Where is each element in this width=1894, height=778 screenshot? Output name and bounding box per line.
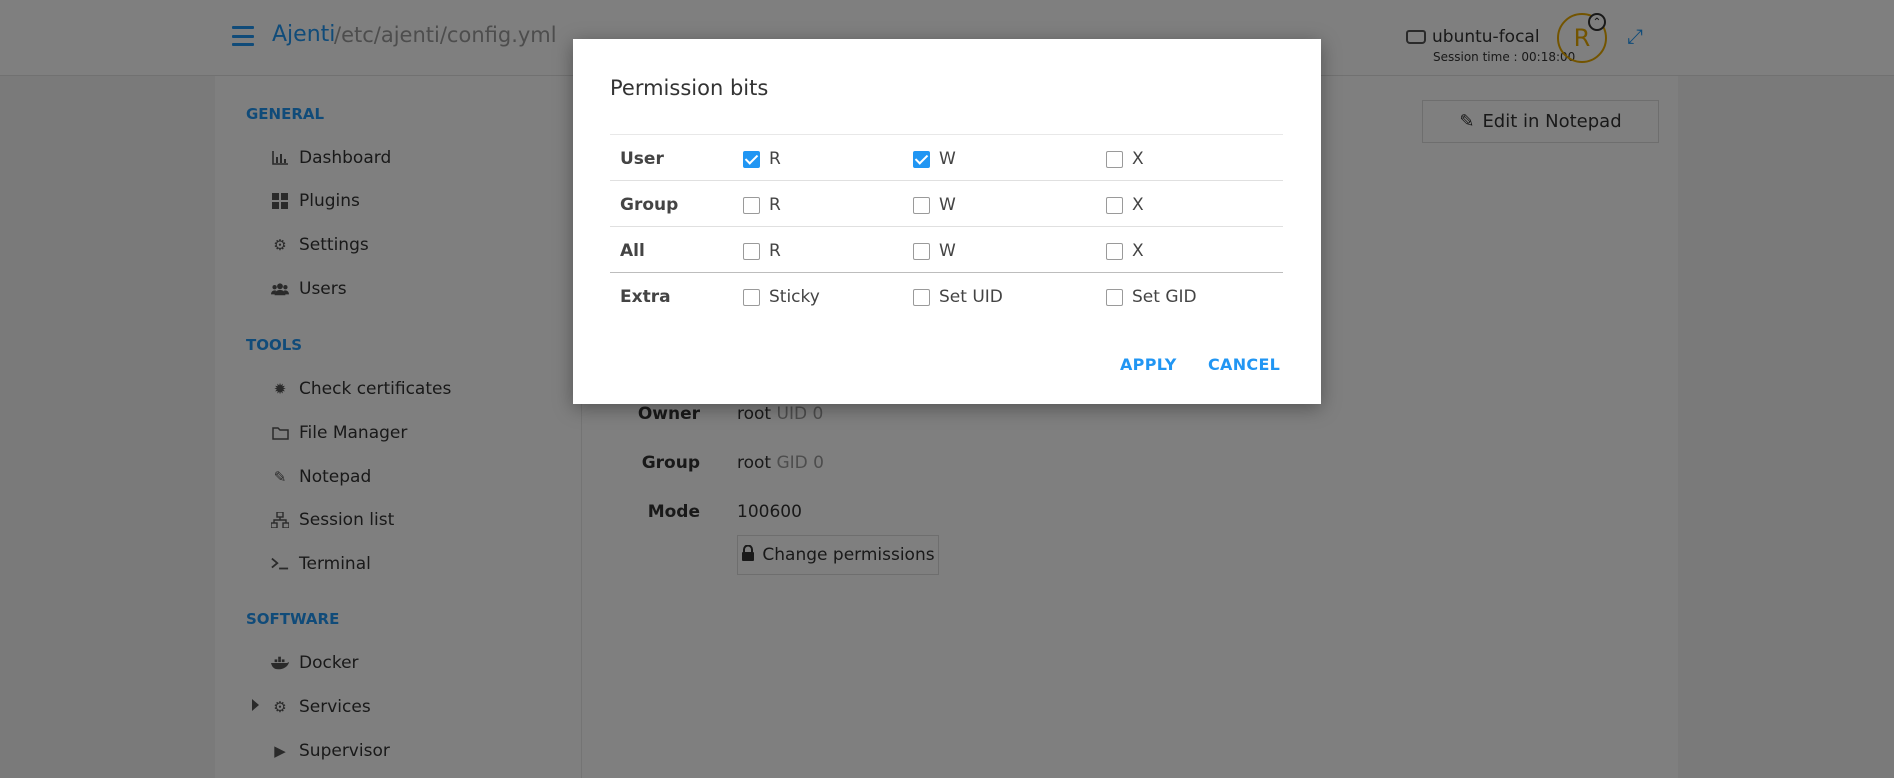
checkbox[interactable] <box>1106 288 1123 306</box>
dialog-title: Permission bits <box>610 76 769 100</box>
checkbox[interactable] <box>1106 196 1123 214</box>
set-uid-checkbox[interactable]: Set UID <box>913 287 1003 307</box>
perm-row-all: All R W X <box>610 226 1283 272</box>
row-label: Extra <box>620 287 671 307</box>
apply-button[interactable]: APPLY <box>1120 355 1177 374</box>
perm-row-extra: Extra Sticky Set UID Set GID <box>610 272 1283 318</box>
row-label: User <box>620 149 664 169</box>
sticky-checkbox[interactable]: Sticky <box>743 287 820 307</box>
checkbox-label: W <box>939 149 956 169</box>
checkbox-label: R <box>769 149 781 169</box>
row-label: All <box>620 241 645 261</box>
checkbox-label: W <box>939 195 956 215</box>
checkbox-label: Set GID <box>1132 287 1197 307</box>
checkbox-label: X <box>1132 149 1144 169</box>
perm-row-user: User R W X <box>610 134 1283 180</box>
permission-bits-dialog: Permission bits User R W X Group R W X A… <box>573 39 1321 404</box>
checkbox[interactable] <box>913 288 930 306</box>
cancel-button[interactable]: CANCEL <box>1208 355 1280 374</box>
user-write-checkbox[interactable]: W <box>913 149 956 169</box>
user-execute-checkbox[interactable]: X <box>1106 149 1144 169</box>
checkbox[interactable] <box>913 196 930 214</box>
perm-row-group: Group R W X <box>610 180 1283 226</box>
all-read-checkbox[interactable]: R <box>743 241 781 261</box>
checkbox[interactable] <box>743 288 760 306</box>
checkbox-label: X <box>1132 195 1144 215</box>
checkbox-label: Set UID <box>939 287 1003 307</box>
checkbox[interactable] <box>913 150 930 168</box>
checkbox[interactable] <box>743 150 760 168</box>
checkbox-label: R <box>769 241 781 261</box>
checkbox-label: W <box>939 241 956 261</box>
row-label: Group <box>620 195 679 215</box>
group-write-checkbox[interactable]: W <box>913 195 956 215</box>
checkbox[interactable] <box>1106 150 1123 168</box>
checkbox-label: Sticky <box>769 287 820 307</box>
checkbox[interactable] <box>743 196 760 214</box>
checkbox-label: X <box>1132 241 1144 261</box>
all-write-checkbox[interactable]: W <box>913 241 956 261</box>
set-gid-checkbox[interactable]: Set GID <box>1106 287 1197 307</box>
group-execute-checkbox[interactable]: X <box>1106 195 1144 215</box>
checkbox[interactable] <box>743 242 760 260</box>
checkbox-label: R <box>769 195 781 215</box>
checkbox[interactable] <box>1106 242 1123 260</box>
group-read-checkbox[interactable]: R <box>743 195 781 215</box>
checkbox[interactable] <box>913 242 930 260</box>
permissions-table: User R W X Group R W X All R W X Extra S… <box>610 134 1283 318</box>
all-execute-checkbox[interactable]: X <box>1106 241 1144 261</box>
user-read-checkbox[interactable]: R <box>743 149 781 169</box>
